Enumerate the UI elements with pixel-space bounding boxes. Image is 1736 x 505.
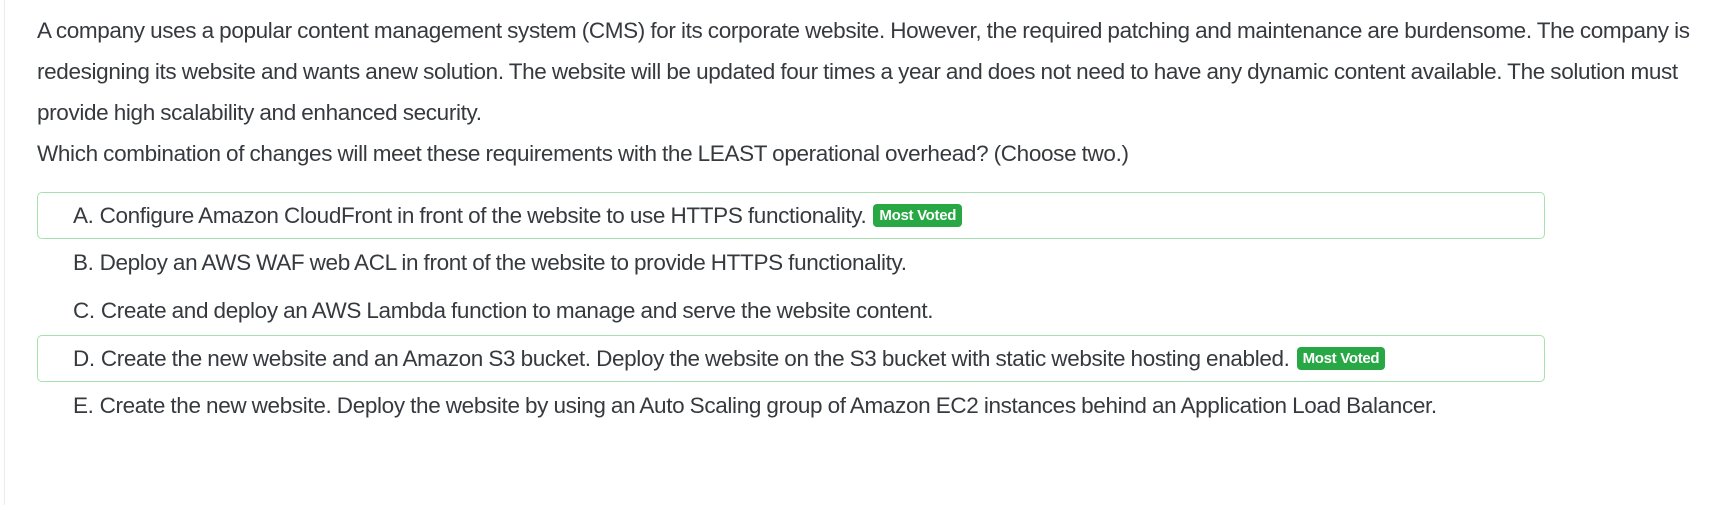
most-voted-badge: Most Voted [873, 204, 963, 227]
choice-c[interactable]: C. Create and deploy an AWS Lambda funct… [37, 287, 1545, 334]
choice-d[interactable]: D. Create the new website and an Amazon … [37, 335, 1545, 383]
choice-letter: A. [73, 202, 94, 228]
choice-letter: D. [73, 345, 95, 371]
choice-letter: E. [73, 393, 94, 419]
question-prompt: Which combination of changes will meet t… [37, 141, 1129, 166]
choice-text: Create the new website and an Amazon S3 … [100, 345, 1290, 371]
question-text: A company uses a popular content managem… [37, 18, 1690, 125]
choice-b[interactable]: B. Deploy an AWS WAF web ACL in front of… [37, 240, 1545, 287]
choice-letter: C. [73, 297, 95, 323]
choice-letter: B. [73, 250, 94, 276]
question-body: A company uses a popular content managem… [37, 10, 1717, 174]
choice-e[interactable]: E. Create the new website. Deploy the we… [37, 383, 1545, 430]
choice-text: Create the new website. Deploy the websi… [99, 393, 1438, 419]
choice-text: Create and deploy an AWS Lambda function… [100, 297, 934, 323]
most-voted-badge: Most Voted [1296, 347, 1386, 371]
question-card: A company uses a popular content managem… [4, 0, 1736, 505]
choice-list: A. Configure Amazon CloudFront in front … [37, 192, 1545, 430]
choice-text: Deploy an AWS WAF web ACL in front of th… [99, 250, 907, 276]
choice-text: Configure Amazon CloudFront in front of … [99, 202, 867, 228]
choice-a[interactable]: A. Configure Amazon CloudFront in front … [37, 192, 1545, 239]
